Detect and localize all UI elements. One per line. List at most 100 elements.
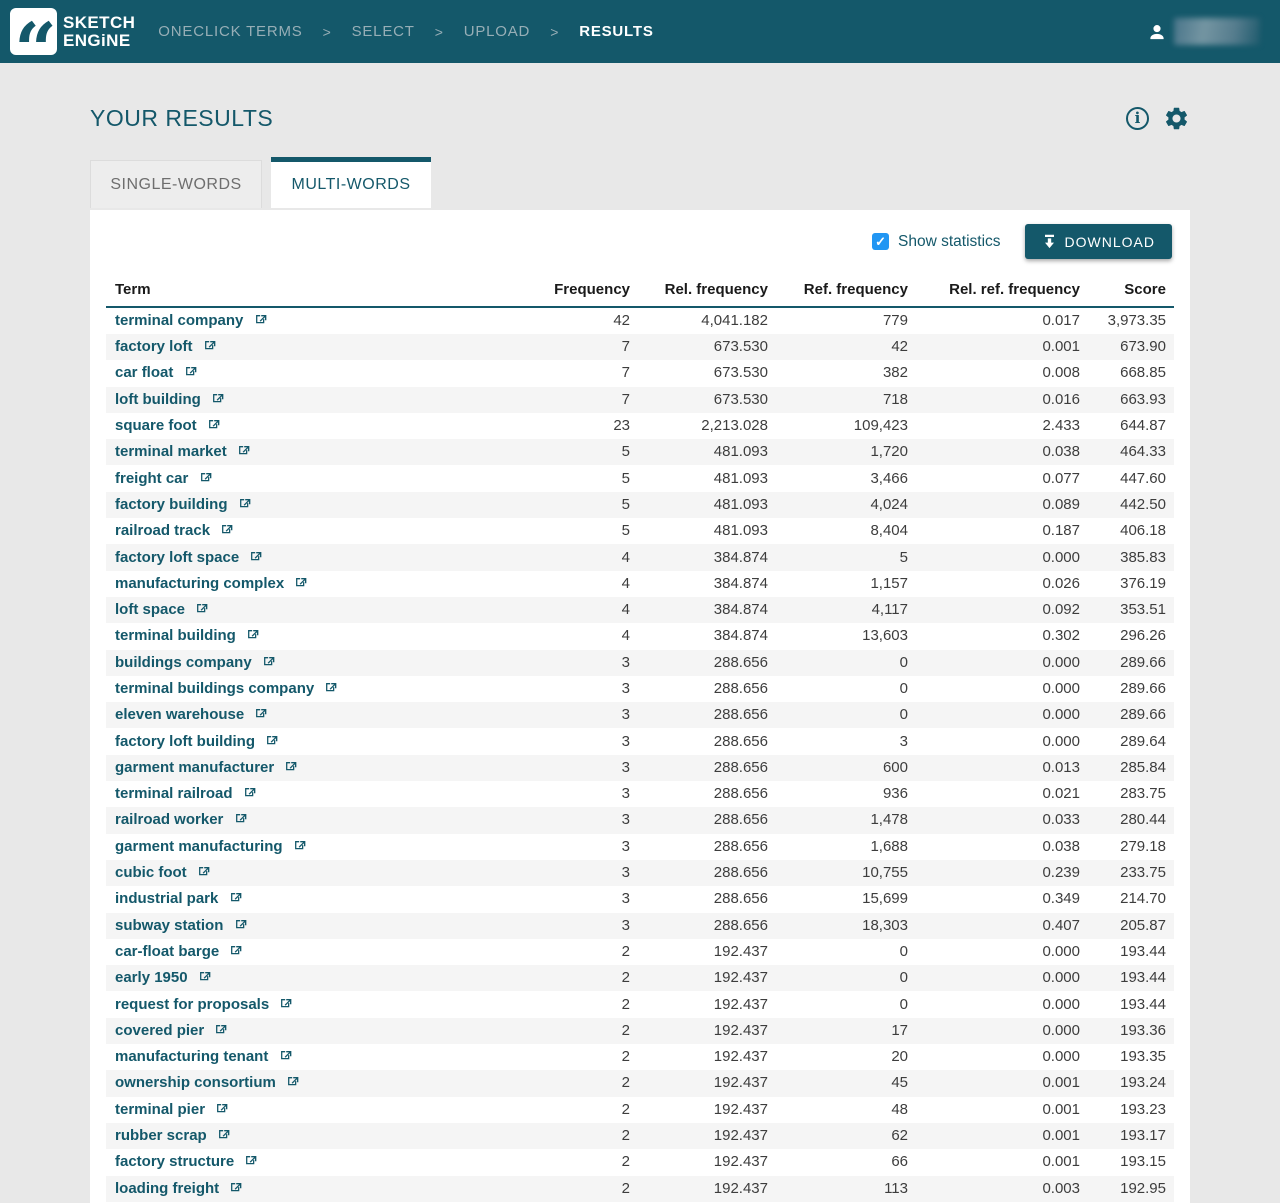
ref-frequency-value: 1,688 xyxy=(768,834,908,860)
term-link[interactable]: garment manufacturer xyxy=(106,755,515,781)
rel-frequency-value: 192.437 xyxy=(630,1018,768,1044)
external-link-icon[interactable] xyxy=(265,734,278,747)
external-link-icon[interactable] xyxy=(195,602,208,615)
external-link-icon[interactable] xyxy=(197,865,210,878)
external-link-icon[interactable] xyxy=(198,970,211,983)
term-link[interactable]: square foot xyxy=(106,413,515,439)
external-link-icon[interactable] xyxy=(199,471,212,484)
account-area[interactable] xyxy=(1146,18,1260,45)
term-link[interactable]: covered pier xyxy=(106,1018,515,1044)
term-link[interactable]: request for proposals xyxy=(106,991,515,1017)
term-link[interactable]: terminal railroad xyxy=(106,781,515,807)
term-link[interactable]: terminal buildings company xyxy=(106,676,515,702)
frequency-value: 3 xyxy=(515,702,630,728)
download-button[interactable]: DOWNLOAD xyxy=(1025,224,1172,259)
external-link-icon[interactable] xyxy=(238,497,251,510)
breadcrumb-oneclick-terms[interactable]: ONECLICK TERMS xyxy=(158,23,302,40)
ref-frequency-value: 62 xyxy=(768,1123,908,1149)
external-link-icon[interactable] xyxy=(294,576,307,589)
score-value: 376.19 xyxy=(1080,571,1174,597)
external-link-icon[interactable] xyxy=(203,339,216,352)
frequency-value: 3 xyxy=(515,807,630,833)
term-link[interactable]: factory loft xyxy=(106,334,515,360)
top-navigation-bar: “ SKETCH ENGiNE ONECLICK TERMS > SELECT … xyxy=(0,0,1280,63)
term-link[interactable]: railroad track xyxy=(106,518,515,544)
results-card: Show statistics DOWNLOAD Term Frequency … xyxy=(90,210,1190,1203)
page-title: YOUR RESULTS xyxy=(90,105,273,132)
external-link-icon[interactable] xyxy=(237,444,250,457)
term-link[interactable]: manufacturing complex xyxy=(106,571,515,597)
sketch-engine-logo[interactable]: “ SKETCH ENGiNE xyxy=(10,8,135,55)
term-link[interactable]: buildings company xyxy=(106,650,515,676)
rel-frequency-value: 384.874 xyxy=(630,571,768,597)
score-value: 385.83 xyxy=(1080,544,1174,570)
external-link-icon[interactable] xyxy=(246,628,259,641)
frequency-value: 42 xyxy=(515,307,630,334)
term-link[interactable]: terminal pier xyxy=(106,1097,515,1123)
rel-frequency-value: 288.656 xyxy=(630,860,768,886)
external-link-icon[interactable] xyxy=(234,918,247,931)
external-link-icon[interactable] xyxy=(215,1102,228,1115)
term-label: early 1950 xyxy=(115,969,188,986)
term-link[interactable]: terminal company xyxy=(106,307,515,334)
term-link[interactable]: railroad worker xyxy=(106,807,515,833)
term-link[interactable]: loft building xyxy=(106,387,515,413)
score-value: 280.44 xyxy=(1080,807,1174,833)
tab-single-words[interactable]: SINGLE-WORDS xyxy=(90,160,262,208)
score-value: 289.64 xyxy=(1080,728,1174,754)
external-link-icon[interactable] xyxy=(214,1023,227,1036)
term-link[interactable]: terminal building xyxy=(106,623,515,649)
external-link-icon[interactable] xyxy=(279,997,292,1010)
term-link[interactable]: industrial park xyxy=(106,886,515,912)
external-link-icon[interactable] xyxy=(249,550,262,563)
external-link-icon[interactable] xyxy=(229,944,242,957)
term-link[interactable]: rubber scrap xyxy=(106,1123,515,1149)
external-link-icon[interactable] xyxy=(184,365,197,378)
rel-ref-frequency-value: 0.187 xyxy=(908,518,1080,544)
term-link[interactable]: factory building xyxy=(106,492,515,518)
gear-icon[interactable] xyxy=(1163,105,1190,132)
term-link[interactable]: eleven warehouse xyxy=(106,702,515,728)
external-link-icon[interactable] xyxy=(279,1049,292,1062)
term-link[interactable]: loft space xyxy=(106,597,515,623)
external-link-icon[interactable] xyxy=(211,392,224,405)
term-link[interactable]: garment manufacturing xyxy=(106,834,515,860)
tab-multi-words[interactable]: MULTI-WORDS xyxy=(271,157,431,208)
external-link-icon[interactable] xyxy=(234,812,247,825)
term-link[interactable]: car-float barge xyxy=(106,939,515,965)
external-link-icon[interactable] xyxy=(243,786,256,799)
rel-ref-frequency-value: 0.038 xyxy=(908,439,1080,465)
table-row: loft building 7673.5307180.016663.93 xyxy=(106,387,1174,413)
term-link[interactable]: subway station xyxy=(106,913,515,939)
external-link-icon[interactable] xyxy=(217,1128,230,1141)
term-link[interactable]: cubic foot xyxy=(106,860,515,886)
external-link-icon[interactable] xyxy=(254,707,267,720)
external-link-icon[interactable] xyxy=(229,1181,242,1194)
external-link-icon[interactable] xyxy=(262,655,275,668)
external-link-icon[interactable] xyxy=(254,313,267,326)
info-icon[interactable]: i xyxy=(1126,107,1149,130)
term-link[interactable]: freight car xyxy=(106,465,515,491)
external-link-icon[interactable] xyxy=(293,839,306,852)
external-link-icon[interactable] xyxy=(229,891,242,904)
term-link[interactable]: car float xyxy=(106,360,515,386)
term-link[interactable]: terminal market xyxy=(106,439,515,465)
external-link-icon[interactable] xyxy=(244,1154,257,1167)
external-link-icon[interactable] xyxy=(324,681,337,694)
term-link[interactable]: factory loft space xyxy=(106,544,515,570)
term-link[interactable]: early 1950 xyxy=(106,965,515,991)
breadcrumb-select[interactable]: SELECT xyxy=(352,23,415,40)
external-link-icon[interactable] xyxy=(220,523,233,536)
term-link[interactable]: loading freight xyxy=(106,1176,515,1202)
rel-ref-frequency-value: 0.001 xyxy=(908,1070,1080,1096)
term-link[interactable]: factory loft building xyxy=(106,728,515,754)
show-statistics-checkbox[interactable] xyxy=(872,233,889,250)
term-link[interactable]: factory structure xyxy=(106,1149,515,1175)
breadcrumb-upload[interactable]: UPLOAD xyxy=(464,23,531,40)
rel-ref-frequency-value: 0.016 xyxy=(908,387,1080,413)
external-link-icon[interactable] xyxy=(207,418,220,431)
external-link-icon[interactable] xyxy=(284,760,297,773)
term-link[interactable]: ownership consortium xyxy=(106,1070,515,1096)
term-link[interactable]: manufacturing tenant xyxy=(106,1044,515,1070)
external-link-icon[interactable] xyxy=(286,1075,299,1088)
